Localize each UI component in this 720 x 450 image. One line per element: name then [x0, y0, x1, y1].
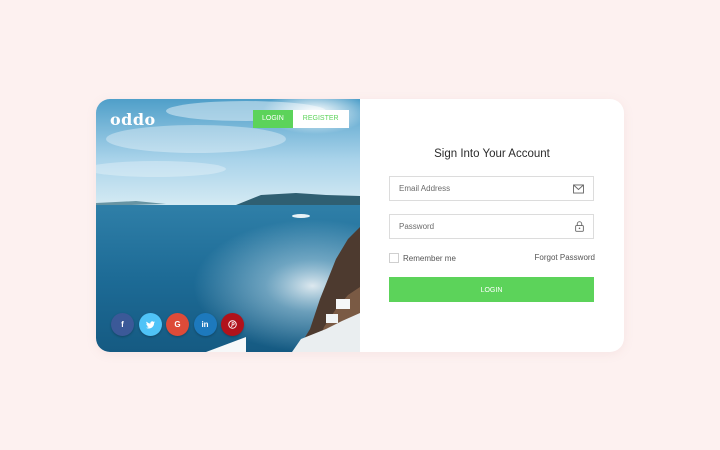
login-card: oddo LOGIN REGISTER f G in Sign Into You… — [96, 99, 624, 352]
envelope-icon — [573, 184, 584, 194]
form-title: Sign Into Your Account — [434, 148, 550, 160]
auth-tabs: LOGIN REGISTER — [253, 110, 349, 128]
hero-image-panel: oddo LOGIN REGISTER f G in — [96, 99, 360, 352]
twitter-icon[interactable] — [138, 313, 162, 336]
email-field[interactable] — [399, 177, 569, 200]
pinterest-icon[interactable] — [221, 313, 244, 336]
remember-me-label: Remember me — [403, 253, 456, 263]
login-button[interactable]: LOGIN — [389, 277, 594, 302]
password-field[interactable] — [399, 215, 569, 238]
tab-login[interactable]: LOGIN — [253, 110, 293, 128]
password-field-container — [389, 214, 594, 239]
email-field-container — [389, 176, 594, 201]
lock-icon — [575, 221, 584, 232]
tab-register[interactable]: REGISTER — [292, 110, 349, 128]
remember-me-checkbox[interactable] — [389, 253, 399, 263]
remember-me-option[interactable]: Remember me — [389, 253, 456, 263]
login-form-panel: Sign Into Your Account Remember me Forgo… — [360, 99, 624, 352]
forgot-password-link[interactable]: Forgot Password — [535, 253, 595, 262]
facebook-icon[interactable]: f — [111, 313, 134, 336]
social-links: f G in — [111, 313, 249, 336]
linkedin-icon[interactable]: in — [193, 313, 217, 336]
google-icon[interactable]: G — [166, 313, 189, 336]
brand-logo[interactable]: oddo — [110, 110, 156, 129]
